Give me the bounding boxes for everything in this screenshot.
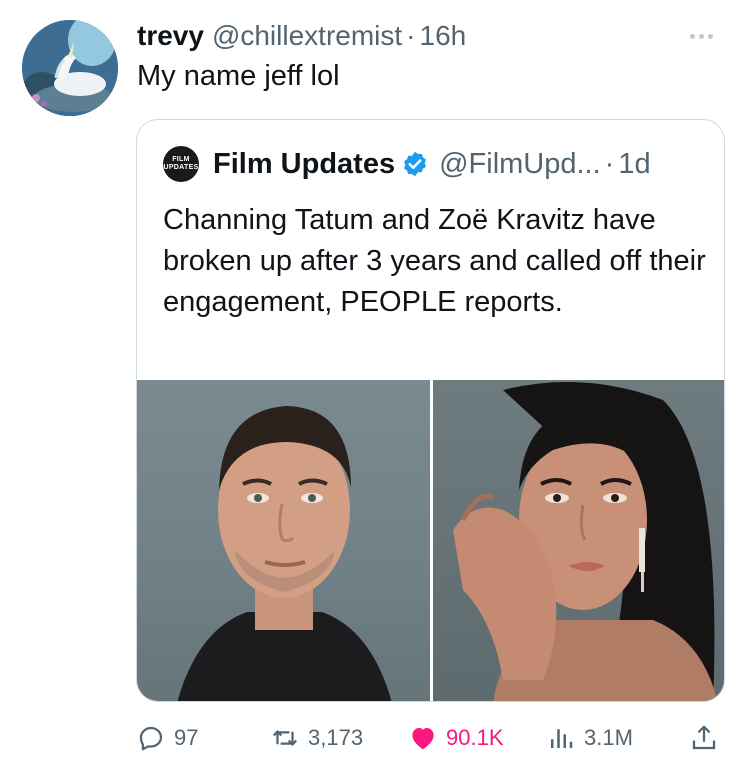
retweet-count: 3,173 [308, 725, 364, 750]
more-dot [690, 33, 695, 39]
more-options-icon[interactable] [690, 26, 722, 46]
author-avatar[interactable] [22, 20, 118, 116]
author-handle[interactable]: @chillextremist [212, 20, 402, 52]
more-dot [708, 33, 713, 39]
quoted-separator: · [604, 147, 615, 180]
quoted-handle[interactable]: @FilmUpd... [439, 148, 601, 181]
more-dot [699, 33, 704, 39]
views-button[interactable]: 3.1M [546, 722, 633, 754]
header-separator: · [406, 20, 416, 51]
author-display-name[interactable]: trevy [137, 20, 204, 52]
reply-button[interactable]: 97 [136, 722, 198, 754]
logo-text-line1: FILM [172, 156, 190, 163]
tweet: trevy @chillextremist · 16h My name jeff… [0, 0, 750, 758]
film-updates-logo[interactable]: FILM UPDATES [163, 146, 199, 182]
like-button[interactable]: 90.1K [408, 722, 504, 754]
share-icon [692, 725, 716, 750]
reply-icon [139, 726, 163, 751]
man-portrait-photo[interactable] [137, 380, 430, 701]
verified-badge-icon [404, 151, 427, 177]
man-portrait-image [177, 406, 392, 701]
quoted-display-name[interactable]: Film Updates [213, 148, 395, 181]
reply-count: 97 [174, 725, 199, 750]
views-chart-icon [551, 729, 573, 748]
tweet-timestamp[interactable]: 16h [420, 20, 467, 52]
retweet-icon [272, 730, 298, 746]
views-count: 3.1M [584, 725, 633, 750]
share-button[interactable] [689, 722, 727, 754]
heart-icon [412, 728, 434, 750]
quoted-media [137, 380, 724, 701]
tweet-header: trevy @chillextremist · 16h [137, 20, 466, 52]
quoted-timestamp[interactable]: 1d [618, 148, 650, 181]
retweet-button[interactable]: 3,173 [270, 722, 363, 754]
quoted-tweet-text: Channing Tatum and Zoë Kravitz have brok… [163, 204, 706, 318]
unicorn-icon [22, 20, 118, 116]
woman-portrait-photo[interactable] [433, 380, 724, 701]
tweet-actions: 97 3,173 90.1K 3.1M [136, 722, 726, 754]
logo-text-line2: UPDATES [163, 164, 199, 171]
quoted-tweet-header: FILM UPDATES Film Updates @FilmUpd... · … [163, 146, 651, 182]
quoted-tweet-card[interactable]: FILM UPDATES Film Updates @FilmUpd... · … [136, 119, 725, 702]
woman-portrait-image [453, 382, 718, 701]
tweet-text: My name jeff lol [137, 60, 340, 92]
like-count: 90.1K [446, 725, 504, 750]
